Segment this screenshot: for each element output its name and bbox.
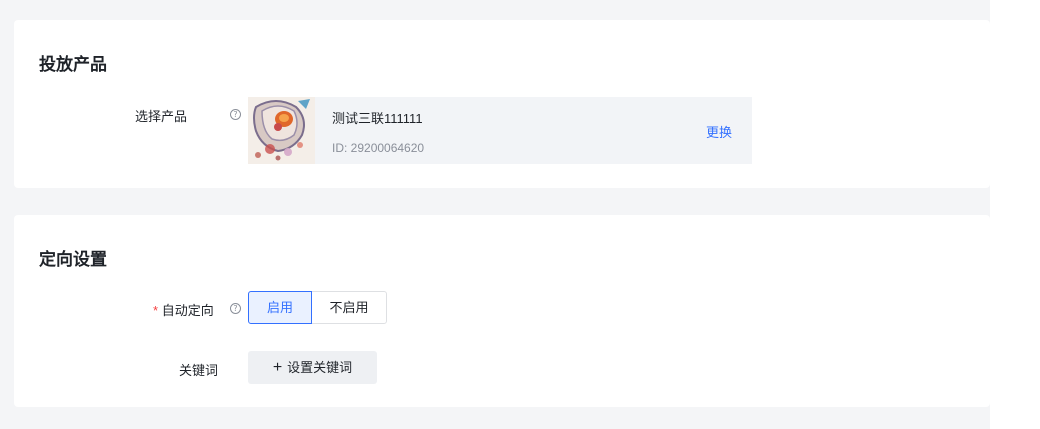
set-keywords-button[interactable]: + 设置关键词: [248, 351, 377, 384]
product-name: 测试三联111111: [332, 111, 423, 126]
select-product-label: 选择产品: [135, 109, 188, 124]
product-section-card: 投放产品 选择产品 ? 测试三联111111 ID: 29200064620 更…: [14, 20, 990, 188]
targeting-section-title: 定向设置: [39, 250, 107, 269]
set-keywords-label: 设置关键词: [287, 360, 353, 375]
help-icon[interactable]: ?: [230, 303, 241, 314]
product-image-icon: [248, 97, 315, 164]
option-enable-button[interactable]: 启用: [248, 291, 312, 324]
product-section-title: 投放产品: [39, 55, 107, 74]
product-id: ID: 29200064620: [332, 141, 425, 155]
selected-product[interactable]: 测试三联111111 ID: 29200064620 更换: [248, 97, 752, 164]
change-product-link[interactable]: 更换: [706, 122, 732, 141]
required-mark: *: [153, 303, 159, 318]
auto-targeting-radio-group: 启用 不启用: [248, 291, 387, 324]
auto-targeting-text: 自动定向: [161, 303, 214, 318]
help-icon[interactable]: ?: [230, 109, 241, 120]
option-disable-button[interactable]: 不启用: [311, 291, 387, 324]
auto-targeting-label: * 自动定向: [153, 300, 214, 319]
keyword-label: 关键词: [179, 363, 219, 378]
targeting-section-card: 定向设置 * 自动定向 ? 启用 不启用 关键词 + 设置关键词: [14, 215, 990, 407]
product-thumbnail-image: [248, 97, 315, 164]
right-panel-edge: [990, 0, 1040, 429]
plus-icon: +: [272, 359, 283, 376]
